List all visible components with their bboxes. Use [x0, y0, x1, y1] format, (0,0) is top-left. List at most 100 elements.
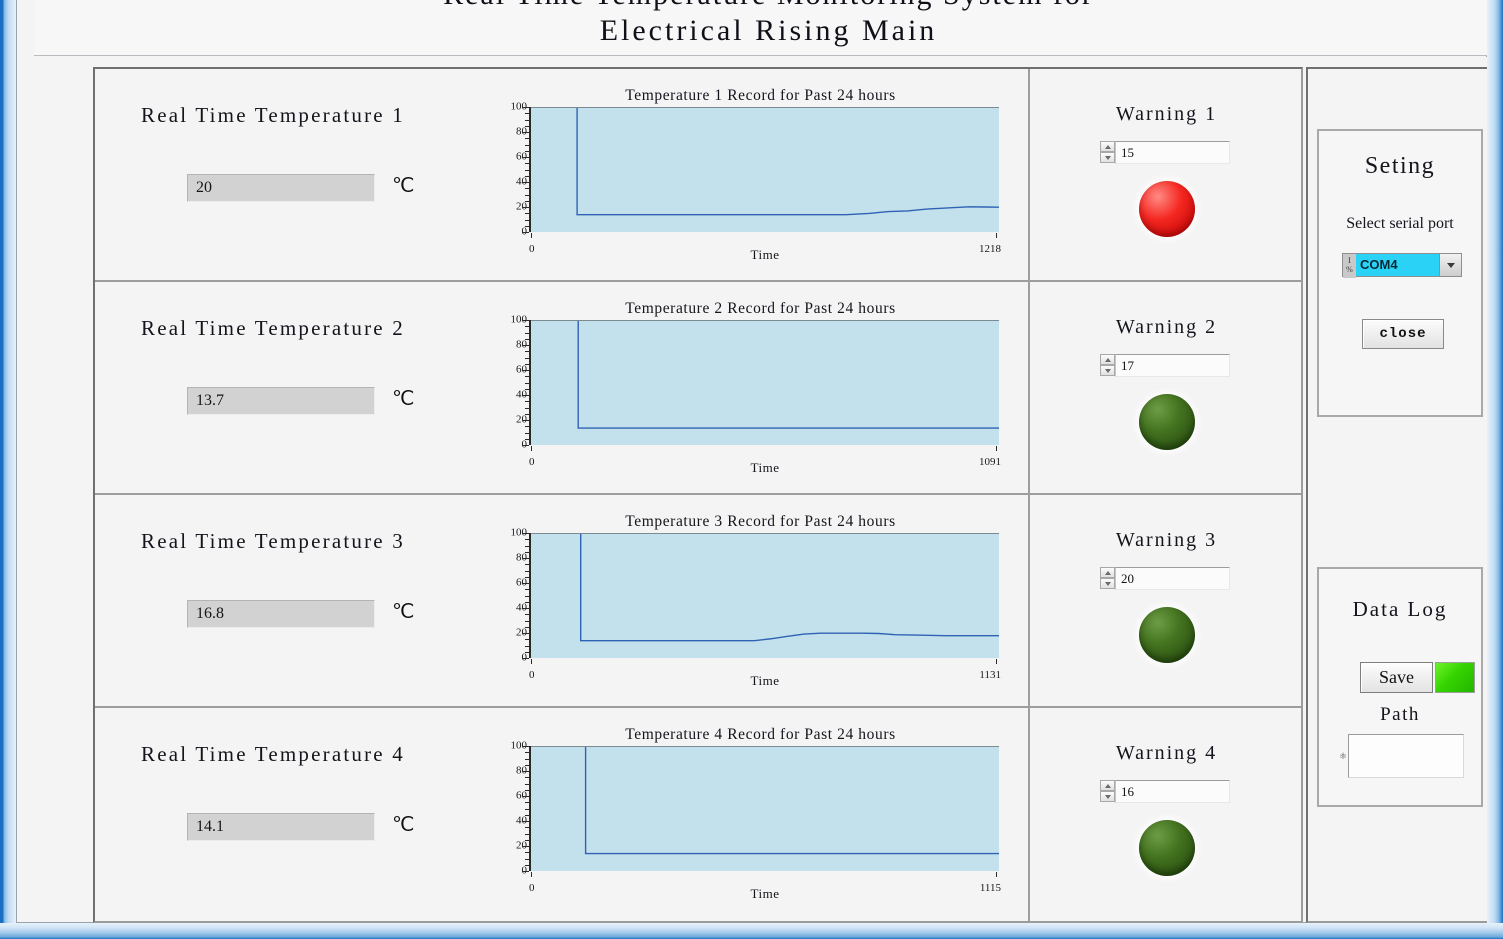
string-io-icon: I% — [1343, 254, 1356, 278]
close-button[interactable]: close — [1362, 319, 1444, 349]
chart-title: Temperature 4 Record for Past 24 hours — [625, 726, 896, 743]
realtime-temperature-label: Real Time Temperature 3 — [141, 529, 405, 553]
stepper-decrement-button[interactable] — [1100, 365, 1115, 376]
temperature-unit-label: ℃ — [392, 601, 415, 623]
warning-threshold-stepper[interactable]: 17 — [1100, 354, 1230, 377]
realtime-readout-group: Real Time Temperature 3 16.8 ℃ — [95, 495, 495, 706]
realtime-temperature-value: 14.1 — [187, 813, 375, 841]
right-sidebar: Seting Select serial port I% COM4 close … — [1306, 67, 1494, 923]
title-divider — [34, 55, 1503, 56]
chart-x-axis-label: Time — [750, 673, 780, 688]
warning-title: Warning 4 — [1115, 742, 1218, 764]
warning-threshold-value[interactable]: 16 — [1115, 780, 1230, 803]
main-content: Real Time Temperature 1 20 ℃ Temperature 1 … — [35, 57, 1502, 923]
realtime-temperature-label: Real Time Temperature 2 — [141, 316, 405, 340]
stepper-buttons[interactable] — [1100, 354, 1115, 377]
warning-threshold-value[interactable]: 15 — [1115, 141, 1230, 164]
data-log-panel-title: Data Log — [1352, 597, 1448, 621]
window-client-area: Real Time Temperature Monitoring System … — [16, 0, 1503, 923]
realtime-readout-group: Real Time Temperature 1 20 ℃ — [95, 69, 495, 280]
save-status-indicator — [1435, 662, 1475, 693]
realtime-temperature-value: 13.7 — [187, 387, 375, 415]
serial-port-dropdown[interactable]: I% COM4 — [1342, 253, 1462, 278]
chart-plot-area: 10080604020001091 — [493, 314, 1028, 468]
stepper-increment-button[interactable] — [1100, 780, 1115, 791]
stepper-decrement-button[interactable] — [1100, 152, 1115, 163]
temperature-panel: Real Time Temperature 2 13.7 ℃ Temperature … — [95, 282, 1301, 495]
setting-panel: Seting Select serial port I% COM4 close — [1317, 129, 1483, 417]
chart-y-axis: 100806040200 — [493, 101, 529, 237]
warning-led-indicator — [1139, 181, 1195, 237]
warning-threshold-stepper[interactable]: 20 — [1100, 567, 1230, 590]
page-title-line-2: Electrical Rising Main — [599, 14, 938, 47]
chart-y-axis: 100806040200 — [493, 314, 529, 450]
setting-panel-title: Seting — [1364, 153, 1436, 179]
chart-plot-area: 10080604020001131 — [493, 527, 1028, 681]
temperature-unit-label: ℃ — [392, 388, 415, 410]
chart-y-axis: 100806040200 — [493, 527, 529, 663]
window-right-border — [1487, 0, 1503, 939]
warning-title: Warning 2 — [1115, 316, 1218, 338]
realtime-temperature-value: 20 — [187, 174, 375, 202]
chart-canvas — [531, 320, 999, 445]
application-window: Real Time Temperature Monitoring System … — [0, 0, 1503, 939]
warning-group: Warning 1 15 — [1028, 69, 1303, 280]
stepper-increment-button[interactable] — [1100, 354, 1115, 365]
chart-plot-area: 10080604020001115 — [493, 740, 1028, 894]
chart-plot-area: 10080604020001218 — [493, 101, 1028, 255]
temperature-chart[interactable]: Temperature 4 Record for Past 24 hours 10… — [493, 708, 1028, 921]
data-log-panel: Data Log Save Path ⚛ — [1317, 567, 1483, 807]
temperature-panel: Real Time Temperature 4 14.1 ℃ Temperature … — [95, 708, 1301, 921]
temperature-panels-container: Real Time Temperature 1 20 ℃ Temperature 1 … — [93, 67, 1303, 923]
warning-led-indicator — [1139, 820, 1195, 876]
temperature-unit-label: ℃ — [392, 814, 415, 836]
stepper-decrement-button[interactable] — [1100, 791, 1115, 802]
page-title-line-1: Real Time Temperature Monitoring System … — [34, 0, 1503, 12]
warning-group: Warning 2 17 — [1028, 282, 1303, 493]
warning-threshold-stepper[interactable]: 16 — [1100, 780, 1230, 803]
page-title: Real Time Temperature Monitoring System … — [34, 0, 1503, 56]
warning-group: Warning 3 20 — [1028, 495, 1303, 706]
temperature-panel: Real Time Temperature 1 20 ℃ Temperature 1 … — [95, 69, 1301, 282]
chart-canvas — [531, 107, 999, 232]
realtime-temperature-value: 16.8 — [187, 600, 375, 628]
save-button[interactable]: Save — [1360, 662, 1433, 693]
chart-x-axis-label: Time — [750, 886, 780, 901]
chart-title: Temperature 2 Record for Past 24 hours — [625, 300, 896, 317]
chart-title: Temperature 1 Record for Past 24 hours — [625, 87, 896, 104]
warning-title: Warning 1 — [1115, 103, 1218, 125]
stepper-increment-button[interactable] — [1100, 567, 1115, 578]
temperature-chart[interactable]: Temperature 1 Record for Past 24 hours 10… — [493, 69, 1028, 280]
stepper-buttons[interactable] — [1100, 141, 1115, 164]
stepper-buttons[interactable] — [1100, 780, 1115, 803]
chart-y-axis: 100806040200 — [493, 740, 529, 876]
path-input[interactable] — [1348, 734, 1464, 778]
warning-led-indicator — [1139, 607, 1195, 663]
warning-title: Warning 3 — [1115, 529, 1218, 551]
realtime-readout-group: Real Time Temperature 2 13.7 ℃ — [95, 282, 495, 493]
warning-group: Warning 4 16 — [1028, 708, 1303, 921]
path-label: Path — [1380, 704, 1420, 725]
chevron-down-icon[interactable] — [1439, 254, 1461, 276]
chart-title: Temperature 3 Record for Past 24 hours — [625, 513, 896, 530]
realtime-temperature-label: Real Time Temperature 4 — [141, 742, 405, 766]
stepper-decrement-button[interactable] — [1100, 578, 1115, 589]
temperature-unit-label: ℃ — [392, 175, 415, 197]
warning-threshold-stepper[interactable]: 15 — [1100, 141, 1230, 164]
window-bottom-border — [0, 923, 1503, 939]
temperature-panel: Real Time Temperature 3 16.8 ℃ Temperature … — [95, 495, 1301, 708]
stepper-buttons[interactable] — [1100, 567, 1115, 590]
serial-port-selected-value: COM4 — [1356, 254, 1439, 276]
realtime-readout-group: Real Time Temperature 4 14.1 ℃ — [95, 708, 495, 921]
chart-canvas — [531, 746, 999, 871]
warning-threshold-value[interactable]: 20 — [1115, 567, 1230, 590]
temperature-chart[interactable]: Temperature 2 Record for Past 24 hours 10… — [493, 282, 1028, 493]
temperature-chart[interactable]: Temperature 3 Record for Past 24 hours 10… — [493, 495, 1028, 706]
folder-icon: ⚛ — [1339, 751, 1348, 761]
warning-led-indicator — [1139, 394, 1195, 450]
warning-threshold-value[interactable]: 17 — [1115, 354, 1230, 377]
stepper-increment-button[interactable] — [1100, 141, 1115, 152]
chart-x-axis-label: Time — [750, 247, 780, 262]
chart-x-axis-label: Time — [750, 460, 780, 475]
chart-canvas — [531, 533, 999, 658]
